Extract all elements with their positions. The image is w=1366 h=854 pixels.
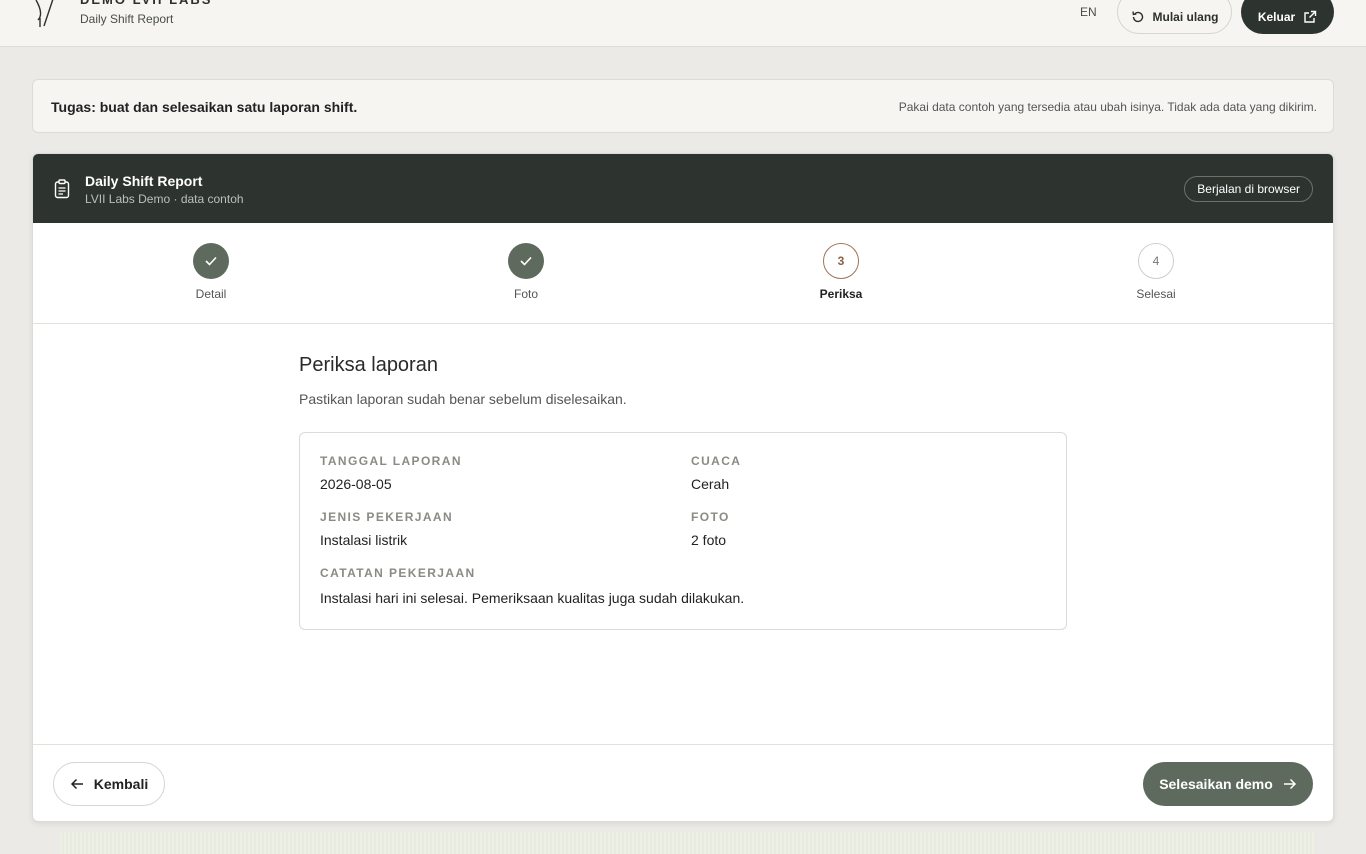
- field-value: 2026-08-05: [320, 476, 392, 492]
- arrow-left-icon: [70, 778, 83, 790]
- card-title: Daily Shift Report: [85, 173, 203, 189]
- background-strip: [60, 832, 1314, 854]
- clipboard-icon: [54, 179, 70, 199]
- back-button[interactable]: Kembali: [53, 762, 165, 806]
- field-label: JENIS PEKERJAAN: [320, 510, 454, 524]
- field-label: CATATAN PEKERJAAN: [320, 566, 476, 580]
- back-label: Kembali: [93, 776, 149, 792]
- step-circle: 4: [1138, 243, 1174, 279]
- task-banner: Tugas: buat dan selesaikan satu laporan …: [32, 79, 1334, 133]
- review-summary: TANGGAL LAPORAN 2026-08-05 CUACA Cerah J…: [299, 432, 1067, 630]
- field-value: 2 foto: [691, 532, 727, 548]
- field-label: FOTO: [691, 510, 730, 524]
- external-link-icon: [1304, 10, 1317, 23]
- step-label: Foto: [513, 287, 538, 301]
- field-label: TANGGAL LAPORAN: [320, 454, 462, 468]
- exit-button[interactable]: Keluar: [1241, 0, 1334, 34]
- step-detail: Detail: [151, 243, 271, 301]
- card-footer: Kembali Selesaikan demo: [33, 744, 1333, 821]
- field-weather: CUACA Cerah: [691, 454, 741, 492]
- step-indicator: Detail Foto 3 Periksa 4 Selesai: [33, 223, 1333, 324]
- brand: DEMO LVII LABS Daily Shift Report: [34, 0, 212, 28]
- brand-subtitle: Daily Shift Report: [80, 12, 174, 26]
- report-card: Daily Shift Report LVII Labs Demo · data…: [32, 153, 1334, 822]
- card-subtitle: LVII Labs Demo · data contoh: [85, 192, 244, 206]
- step-label: Periksa: [819, 287, 863, 301]
- review-title: Periksa laporan: [299, 354, 438, 376]
- field-date: TANGGAL LAPORAN 2026-08-05: [320, 454, 462, 492]
- check-icon: [205, 256, 217, 266]
- field-label: CUACA: [691, 454, 742, 468]
- check-icon: [520, 256, 532, 266]
- field-work-type: JENIS PEKERJAAN Instalasi listrik: [320, 510, 453, 548]
- step-photo: Foto: [466, 243, 586, 301]
- field-value: Cerah: [691, 476, 730, 492]
- step-circle: [193, 243, 229, 279]
- review-description: Pastikan laporan sudah benar sebelum dis…: [299, 391, 627, 407]
- step-finish: 4 Selesai: [1096, 243, 1216, 301]
- language-toggle[interactable]: EN: [1080, 5, 1097, 19]
- finish-label: Selesaikan demo: [1159, 776, 1273, 792]
- arrow-right-icon: [1283, 778, 1296, 790]
- exit-label: Keluar: [1257, 10, 1296, 24]
- restart-label: Mulai ulang: [1152, 10, 1219, 24]
- task-note: Pakai data contoh yang tersedia atau uba…: [898, 100, 1317, 114]
- review-section: Periksa laporan Pastikan laporan sudah b…: [299, 354, 1069, 630]
- brand-name: DEMO LVII LABS: [80, 0, 212, 8]
- field-value: Instalasi hari ini selesai. Pemeriksaan …: [320, 590, 745, 606]
- step-label: Detail: [195, 287, 227, 301]
- step-circle: 3: [823, 243, 859, 279]
- top-bar: DEMO LVII LABS Daily Shift Report EN Mul…: [0, 0, 1366, 47]
- finish-demo-button[interactable]: Selesaikan demo: [1143, 762, 1313, 806]
- field-notes: CATATAN PEKERJAAN Instalasi hari ini sel…: [320, 566, 744, 606]
- task-title: Tugas: buat dan selesaikan satu laporan …: [51, 99, 358, 115]
- step-label: Selesai: [1136, 287, 1176, 301]
- step-review: 3 Periksa: [781, 243, 901, 301]
- restart-icon: [1131, 11, 1143, 23]
- logo-icon: [35, 0, 54, 27]
- card-header: Daily Shift Report LVII Labs Demo · data…: [33, 154, 1333, 223]
- field-value: Instalasi listrik: [320, 532, 408, 548]
- step-circle: [508, 243, 544, 279]
- browser-badge: Berjalan di browser: [1184, 176, 1313, 202]
- restart-button[interactable]: Mulai ulang: [1117, 0, 1232, 34]
- field-photo: FOTO 2 foto: [691, 510, 730, 548]
